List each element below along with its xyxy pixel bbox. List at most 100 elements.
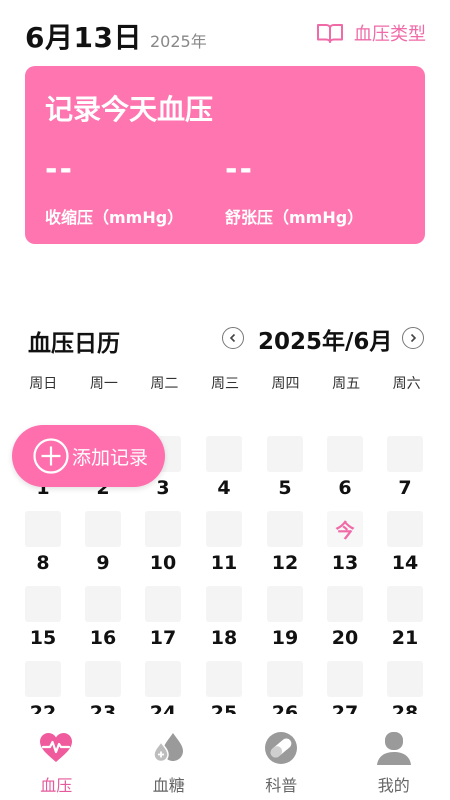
weekday-label: 周六 bbox=[392, 376, 421, 392]
day-number: 16 bbox=[89, 627, 117, 649]
tab-label: 科普 bbox=[265, 776, 298, 795]
plus-circle-icon bbox=[33, 438, 69, 474]
day-number: 24 bbox=[149, 702, 177, 714]
prev-month-button[interactable] bbox=[222, 327, 244, 349]
calendar-day[interactable]: 12 bbox=[265, 505, 305, 580]
day-number: 27 bbox=[331, 702, 359, 714]
calendar-day[interactable]: 16 bbox=[83, 580, 123, 655]
day-record-box bbox=[206, 661, 242, 697]
tab-blood-sugar[interactable]: 血糖 bbox=[113, 718, 226, 800]
drops-icon bbox=[152, 733, 183, 763]
heart-pulse-icon bbox=[40, 733, 72, 762]
calendar-day[interactable]: 4 bbox=[204, 430, 244, 505]
day-number: 4 bbox=[217, 477, 231, 499]
record-today-card[interactable]: 记录今天血压 -- 收缩压（mmHg） -- 舒张压（mmHg） bbox=[25, 66, 425, 244]
person-icon bbox=[376, 732, 411, 765]
day-number: 8 bbox=[36, 552, 50, 574]
add-record-label: 添加记录 bbox=[72, 446, 149, 469]
calendar-day[interactable]: 今 13 bbox=[325, 505, 365, 580]
today-marker: 今 bbox=[327, 511, 363, 547]
day-record-box bbox=[327, 586, 363, 622]
day-record-box bbox=[387, 511, 423, 547]
calendar-day[interactable]: 21 bbox=[385, 580, 425, 655]
capsule-icon bbox=[265, 732, 297, 764]
calendar-day[interactable]: 6 bbox=[325, 430, 365, 505]
chevron-left-icon bbox=[229, 333, 236, 343]
bp-type-label: 血压类型 bbox=[354, 24, 426, 45]
day-record-box bbox=[267, 586, 303, 622]
systolic-label: 收缩压（mmHg） bbox=[45, 208, 184, 227]
day-number: 17 bbox=[149, 627, 177, 649]
day-number: 11 bbox=[210, 552, 238, 574]
day-number: 21 bbox=[391, 627, 419, 649]
calendar-day[interactable]: 23 bbox=[83, 655, 123, 714]
tab-blood-pressure[interactable]: 血压 bbox=[0, 718, 113, 800]
day-number: 10 bbox=[149, 552, 177, 574]
bp-type-button[interactable]: 血压类型 bbox=[316, 20, 426, 46]
day-record-box bbox=[145, 661, 181, 697]
calendar-day[interactable]: 24 bbox=[143, 655, 183, 714]
day-number: 26 bbox=[271, 702, 299, 714]
day-number: 9 bbox=[96, 552, 110, 574]
day-number: 28 bbox=[391, 702, 419, 714]
day-record-box bbox=[327, 436, 363, 472]
calendar-day[interactable]: 10 bbox=[143, 505, 183, 580]
book-icon bbox=[317, 24, 343, 43]
day-number: 12 bbox=[271, 552, 299, 574]
calendar-day[interactable]: 7 bbox=[385, 430, 425, 505]
calendar-day[interactable]: 9 bbox=[83, 505, 123, 580]
day-number: 14 bbox=[391, 552, 419, 574]
calendar-day[interactable]: 14 bbox=[385, 505, 425, 580]
calendar-day[interactable]: 15 bbox=[23, 580, 63, 655]
calendar-day[interactable]: 25 bbox=[204, 655, 244, 714]
day-record-box bbox=[25, 511, 61, 547]
day-record-box bbox=[25, 661, 61, 697]
day-number: 13 bbox=[331, 552, 359, 574]
calendar-day[interactable]: 8 bbox=[23, 505, 63, 580]
tab-science[interactable]: 科普 bbox=[225, 718, 338, 800]
add-record-button[interactable]: 添加记录 bbox=[12, 425, 165, 487]
calendar-day[interactable]: 11 bbox=[204, 505, 244, 580]
systolic-value: -- bbox=[45, 152, 74, 187]
day-record-box bbox=[267, 436, 303, 472]
month-navigator: 2025年/6月 bbox=[220, 322, 426, 355]
day-record-box bbox=[85, 511, 121, 547]
calendar-day[interactable]: 20 bbox=[325, 580, 365, 655]
day-record-box bbox=[267, 511, 303, 547]
tab-mine[interactable]: 我的 bbox=[338, 718, 450, 800]
bottom-nav: 血压 血糖 科普 我的 bbox=[0, 718, 450, 800]
weekday-label: 周五 bbox=[332, 376, 361, 392]
day-record-box bbox=[327, 661, 363, 697]
calendar-day[interactable]: 27 bbox=[325, 655, 365, 714]
day-record-box bbox=[387, 436, 423, 472]
diastolic-value: -- bbox=[225, 152, 254, 187]
day-record-box bbox=[206, 586, 242, 622]
calendar-day[interactable]: 19 bbox=[265, 580, 305, 655]
day-record-box bbox=[387, 661, 423, 697]
day-number: 15 bbox=[29, 627, 57, 649]
day-number: 18 bbox=[210, 627, 238, 649]
calendar-day[interactable]: 18 bbox=[204, 580, 244, 655]
day-number: 5 bbox=[278, 477, 292, 499]
day-number: 20 bbox=[331, 627, 359, 649]
weekday-label: 周一 bbox=[89, 376, 118, 392]
calendar-day[interactable]: 26 bbox=[265, 655, 305, 714]
calendar-day[interactable]: 17 bbox=[143, 580, 183, 655]
day-record-box bbox=[267, 661, 303, 697]
day-record-box bbox=[85, 586, 121, 622]
weekday-label: 周二 bbox=[150, 376, 179, 392]
tab-label: 血压 bbox=[40, 776, 73, 795]
current-year: 2025年 bbox=[150, 32, 207, 51]
calendar-day[interactable]: 28 bbox=[385, 655, 425, 714]
current-date: 6月13日 bbox=[25, 21, 142, 54]
day-record-box bbox=[85, 661, 121, 697]
weekday-label: 周四 bbox=[271, 376, 300, 392]
chevron-right-icon bbox=[410, 333, 417, 343]
weekday-row: 周日 周一 周二 周三 周四 周五 周六 bbox=[13, 373, 437, 393]
weekday-label: 周三 bbox=[210, 376, 239, 392]
calendar-day[interactable]: 5 bbox=[265, 430, 305, 505]
next-month-button[interactable] bbox=[402, 327, 424, 349]
calendar-day[interactable]: 22 bbox=[23, 655, 63, 714]
day-number: 23 bbox=[89, 702, 117, 714]
tab-label: 我的 bbox=[377, 776, 410, 795]
